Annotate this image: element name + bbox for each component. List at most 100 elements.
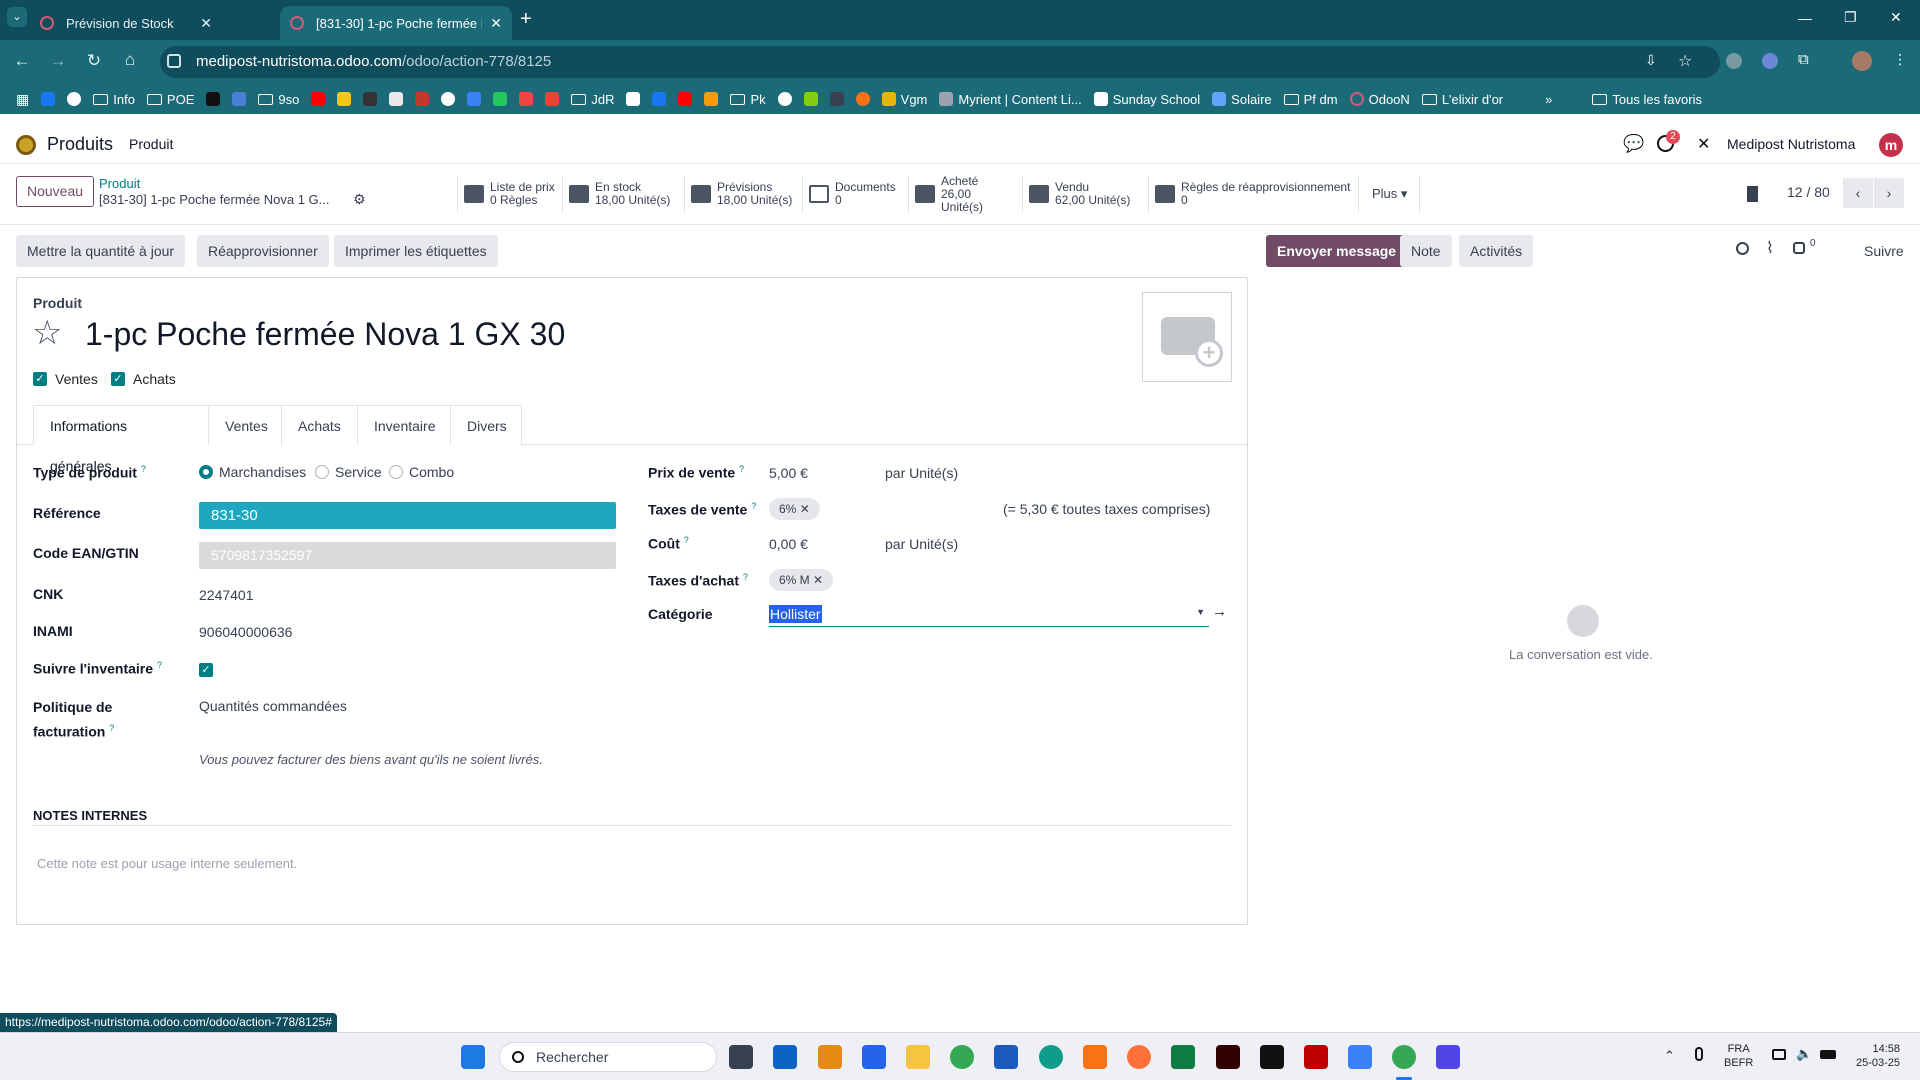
send-message-button[interactable]: Envoyer message <box>1266 235 1408 267</box>
remove-tag-icon[interactable]: ✕ <box>813 573 823 587</box>
company-name[interactable]: Medipost Nutristoma <box>1727 136 1855 152</box>
more-bookmarks-icon[interactable]: » <box>1545 92 1552 107</box>
tab-sales[interactable]: Ventes <box>208 405 282 445</box>
site-icon[interactable] <box>467 92 482 106</box>
site-icon[interactable] <box>415 92 430 106</box>
language-indicator[interactable]: FRA BEFR <box>1724 1042 1753 1070</box>
more-smart-buttons[interactable]: Plus ▾ <box>1360 176 1421 212</box>
chrome-active-icon[interactable] <box>1392 1045 1416 1069</box>
site-icon[interactable] <box>803 92 818 106</box>
track-inventory-checkbox[interactable]: ✓ <box>199 660 213 677</box>
smart-button-pricelist[interactable]: Liste de prix 0 Règles <box>457 176 563 212</box>
help-icon[interactable]: ? <box>141 464 146 474</box>
tab-misc[interactable]: Divers <box>450 405 522 445</box>
profile-avatar[interactable] <box>1852 51 1872 71</box>
bookmark-9so[interactable]: 9so <box>258 92 299 107</box>
breadcrumb-parent[interactable]: Produit <box>99 176 140 191</box>
dropdown-caret-icon[interactable]: ▼ <box>1196 607 1205 617</box>
followers-icon[interactable] <box>1793 242 1805 254</box>
firefox-icon[interactable] <box>1127 1045 1151 1069</box>
chrome-icon[interactable] <box>950 1045 974 1069</box>
pager-value[interactable]: 12 / 80 <box>1787 184 1830 200</box>
file-explorer-icon[interactable] <box>906 1045 930 1069</box>
site-icon[interactable] <box>626 92 641 106</box>
youtube-icon[interactable] <box>311 92 326 106</box>
site-icon[interactable] <box>363 92 378 106</box>
extension-icon[interactable] <box>1726 53 1742 69</box>
close-tab-icon[interactable]: ✕ <box>200 15 212 32</box>
google-icon[interactable] <box>441 92 456 106</box>
bookmark-star-icon[interactable]: ☆ <box>1678 51 1692 71</box>
follow-button[interactable]: Suivre <box>1864 243 1904 259</box>
app-icon[interactable] <box>1348 1045 1372 1069</box>
help-icon[interactable]: ? <box>109 723 114 733</box>
print-labels-button[interactable]: Imprimer les étiquettes <box>334 235 498 267</box>
gmail-icon[interactable] <box>545 92 560 106</box>
category-field[interactable]: Hollister ▼ <box>769 603 1209 627</box>
activities-button[interactable]: Activités <box>1459 235 1534 267</box>
internal-link-arrow-icon[interactable]: → <box>1212 603 1227 620</box>
reload-icon[interactable]: ↻ <box>76 51 112 71</box>
bookmark-sunday-school[interactable]: Sunday School <box>1093 92 1200 107</box>
remove-tag-icon[interactable]: ✕ <box>800 502 810 516</box>
site-icon[interactable] <box>855 92 870 106</box>
url-field[interactable]: medipost-nutristoma.odoo.com/odoo/action… <box>160 46 1720 78</box>
menu-product[interactable]: Produit <box>129 136 173 152</box>
sublime-icon[interactable] <box>1083 1045 1107 1069</box>
site-icon[interactable] <box>337 92 352 106</box>
facebook-icon[interactable] <box>41 92 56 106</box>
smart-button-forecast[interactable]: Prévisions 18,00 Unité(s) <box>685 176 803 212</box>
smart-button-reordering-rules[interactable]: Règles de réapprovisionnement 0 <box>1149 176 1359 212</box>
sale-ok-checkbox[interactable]: ✓ Ventes <box>33 371 98 387</box>
tab-inventory[interactable]: Inventaire <box>357 405 451 445</box>
battery-icon[interactable] <box>1820 1050 1836 1059</box>
search-messages-icon[interactable] <box>1736 242 1749 255</box>
discuss-icon[interactable]: 💬 <box>1623 134 1644 154</box>
install-app-icon[interactable]: ⇩ <box>1645 52 1657 69</box>
attachment-paperclip-icon[interactable]: ⌇ <box>1766 238 1774 258</box>
word-icon[interactable] <box>994 1045 1018 1069</box>
back-arrow-icon[interactable]: ← <box>4 51 40 71</box>
site-icon[interactable] <box>493 92 508 106</box>
sale-price-field[interactable]: 5,00 € <box>769 465 808 481</box>
sales-tax-tag[interactable]: 6% ✕ <box>769 498 820 520</box>
clock[interactable]: 14:58 25-03-25 <box>1856 1042 1900 1070</box>
site-icon[interactable] <box>519 92 534 106</box>
smart-button-sold[interactable]: Vendu 62,00 Unité(s) <box>1023 176 1149 212</box>
debug-tools-icon[interactable]: ✕ <box>1697 134 1710 154</box>
site-icon[interactable] <box>206 92 221 106</box>
site-icon[interactable] <box>704 92 719 106</box>
bookmark-myrient[interactable]: Myrient | Content Li... <box>939 92 1082 107</box>
bookmark-elixir[interactable]: L'elixir d'or <box>1421 92 1503 107</box>
all-bookmarks[interactable]: Tous les favoris <box>1592 92 1702 107</box>
app-logo-icon[interactable] <box>16 135 36 155</box>
outlook-icon[interactable] <box>773 1045 797 1069</box>
smart-button-documents[interactable]: Documents 0 <box>803 176 909 212</box>
network-icon[interactable] <box>1772 1049 1786 1060</box>
browser-tab-product[interactable]: [831-30] 1-pc Poche fermée No ✕ <box>280 6 512 40</box>
search-app-icon[interactable] <box>818 1045 842 1069</box>
bookmark-info[interactable]: Info <box>93 92 135 107</box>
inami-field[interactable]: 906040000636 <box>199 624 292 640</box>
new-tab-button[interactable]: + <box>520 8 532 31</box>
excel-icon[interactable] <box>1171 1045 1195 1069</box>
user-avatar[interactable]: m <box>1879 133 1903 157</box>
apps-grid-icon[interactable]: ▦ <box>16 91 29 108</box>
openai-icon[interactable] <box>777 92 792 106</box>
edge-icon[interactable] <box>1039 1045 1063 1069</box>
site-icon[interactable] <box>389 92 404 106</box>
browser-tab-forecast[interactable]: Prévision de Stock ✕ <box>30 6 222 40</box>
home-icon[interactable]: ⌂ <box>112 50 148 70</box>
youtube-icon[interactable] <box>678 92 693 106</box>
help-icon[interactable]: ? <box>743 572 748 582</box>
favorite-star-icon[interactable]: ☆ <box>32 314 62 352</box>
site-icon[interactable] <box>829 92 844 106</box>
app-name[interactable]: Produits <box>47 134 113 155</box>
openai-app-icon[interactable] <box>1260 1045 1284 1069</box>
bookmark-jdr[interactable]: JdR <box>571 92 614 107</box>
bookmark-pfdm[interactable]: Pf dm <box>1283 92 1338 107</box>
reference-field[interactable]: 831-30 <box>199 502 616 529</box>
cnk-field[interactable]: 2247401 <box>199 587 254 603</box>
new-record-button[interactable]: Nouveau <box>16 176 95 207</box>
tab-general-info[interactable]: Informations générales <box>33 405 209 474</box>
